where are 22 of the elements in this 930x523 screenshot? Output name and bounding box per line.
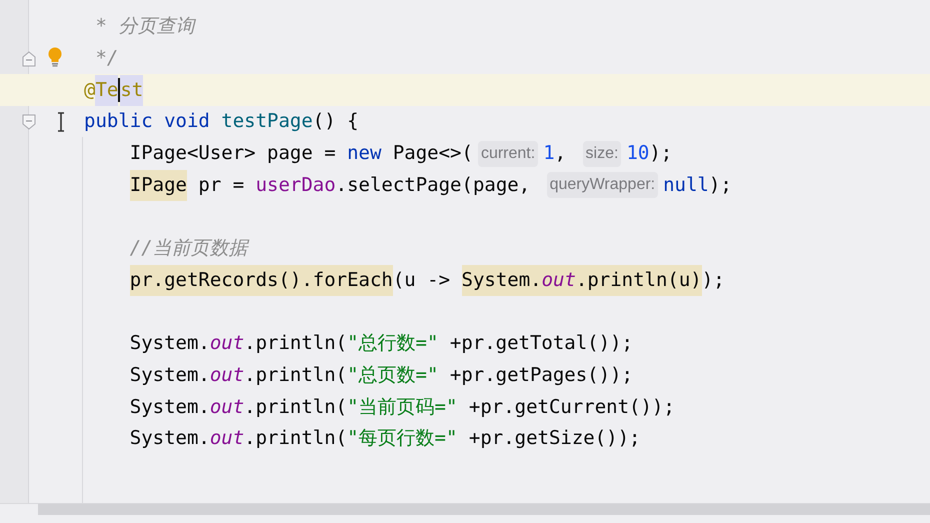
parameter-hint: queryWrapper: bbox=[546, 172, 658, 198]
scrollbar[interactable] bbox=[38, 504, 930, 515]
code-text: System.out.println("总行数=" +pr.getTotal()); bbox=[130, 331, 633, 356]
code-text: null); bbox=[663, 172, 732, 198]
code-text: System.out.println("每页行数=" +pr.getSize()); bbox=[130, 426, 640, 452]
code-text: public void testPage() { bbox=[84, 109, 359, 134]
code-text: pr.getRecords().forEach(u -> System.out.println(u)); bbox=[130, 264, 725, 296]
fold-icon[interactable] bbox=[22, 114, 36, 130]
code-text: System.out.println("当前页码=" +pr.getCurrent()); bbox=[130, 394, 675, 420]
parameter-hint: current: bbox=[478, 140, 538, 167]
parameter-hint: size: bbox=[582, 140, 622, 167]
code-text: 10); bbox=[626, 141, 672, 166]
comment-text: */ bbox=[94, 46, 118, 72]
comment-text: * 分页查询 bbox=[94, 14, 194, 40]
code-text: IPage<User> page = new Page<>( bbox=[130, 141, 473, 166]
code-text: @Te st bbox=[84, 74, 144, 106]
lightbulb-icon[interactable] bbox=[47, 46, 63, 67]
code-text: System.out.println("总页数=" +pr.getPages()); bbox=[130, 362, 633, 388]
code-text: 1, bbox=[543, 141, 568, 166]
text-cursor-icon bbox=[56, 112, 66, 132]
code-text: IPage pr = userDao.selectPage(page, bbox=[130, 169, 542, 202]
comment-text: //当前页数据 bbox=[130, 236, 248, 262]
